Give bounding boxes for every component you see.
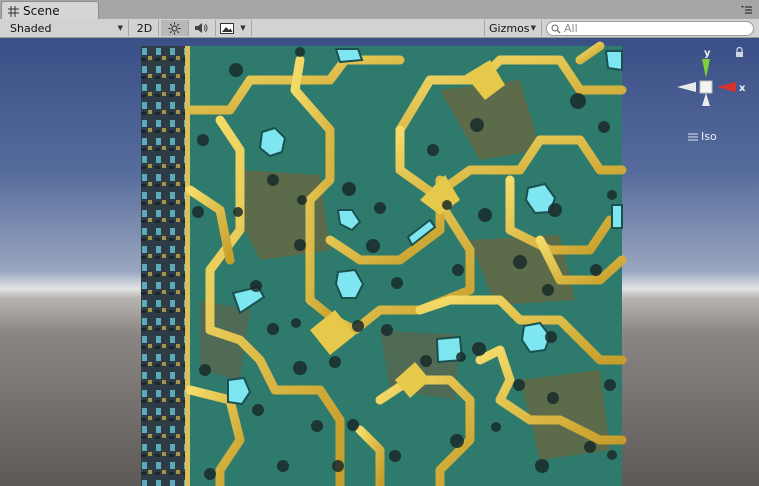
gizmos-label: Gizmos xyxy=(489,21,530,35)
neg-x-axis-cone[interactable] xyxy=(677,82,696,92)
projection-toggle[interactable]: Iso xyxy=(688,130,717,143)
cube-front-face xyxy=(185,41,627,486)
y-axis-cone[interactable] xyxy=(702,59,710,78)
scene-viewport[interactable]: y x Iso xyxy=(0,38,759,486)
orientation-gizmo[interactable]: y x xyxy=(672,48,752,118)
projection-label: Iso xyxy=(701,130,717,143)
mode-2d-button[interactable]: 2D xyxy=(131,20,159,36)
tab-strip: Scene xyxy=(0,0,759,20)
search-field[interactable] xyxy=(546,21,754,36)
gizmo-center-cube[interactable] xyxy=(699,80,713,94)
audio-toggle[interactable] xyxy=(188,20,216,36)
tab-scene[interactable]: Scene xyxy=(1,1,99,20)
chevron-down-icon: ▼ xyxy=(117,24,123,32)
effects-dropdown[interactable]: ▼ xyxy=(215,20,252,36)
shading-mode-dropdown[interactable]: Shaded ▼ xyxy=(0,20,129,36)
chevron-down-icon: ▼ xyxy=(530,24,536,32)
scene-window: Scene Shaded ▼ 2D ▼ Gizmos ▼ All y x Iso xyxy=(0,0,759,486)
search-icon xyxy=(551,24,561,33)
lighting-toggle[interactable] xyxy=(161,20,189,36)
sun-icon xyxy=(168,22,181,34)
gizmo-y-label: y xyxy=(704,48,711,59)
chevron-down-icon: ▼ xyxy=(240,24,246,32)
scene-toolbar: Shaded ▼ 2D ▼ Gizmos ▼ xyxy=(0,19,759,38)
mode-2d-label: 2D xyxy=(136,21,153,35)
grid-icon xyxy=(8,5,19,17)
speaker-icon xyxy=(195,23,208,33)
search-input[interactable] xyxy=(562,22,744,35)
image-icon xyxy=(220,22,235,34)
shading-mode-label: Shaded xyxy=(10,21,52,35)
tab-label: Scene xyxy=(23,4,60,18)
window-menu-icon[interactable] xyxy=(739,5,753,15)
gizmos-dropdown[interactable]: Gizmos ▼ xyxy=(484,20,542,36)
gizmo-x-label: x xyxy=(739,83,746,94)
x-axis-cone[interactable] xyxy=(717,82,736,92)
neg-y-axis-cone[interactable] xyxy=(702,93,710,106)
menu-lines-icon xyxy=(688,133,698,140)
textured-cube[interactable] xyxy=(0,38,759,486)
lock-icon[interactable] xyxy=(735,47,744,58)
